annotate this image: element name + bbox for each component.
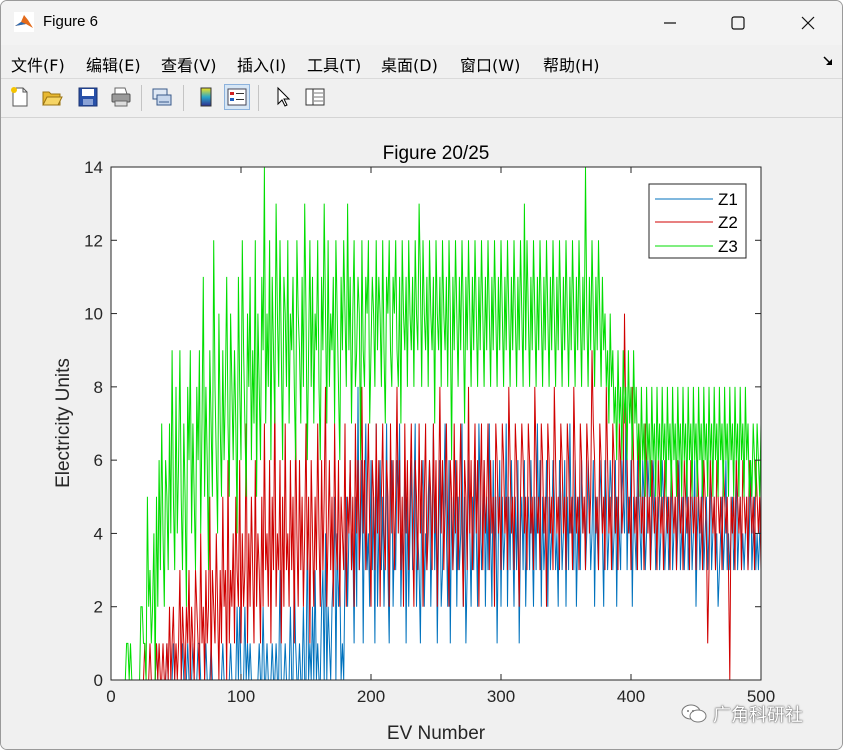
y-tick-label: 8 (94, 378, 103, 397)
minimize-icon (664, 22, 676, 24)
menu-view[interactable]: 查看(V) (161, 52, 216, 76)
maximize-icon (731, 16, 745, 30)
toolbar-separator (258, 85, 259, 111)
new-figure-icon (11, 87, 28, 107)
colorbar-icon (200, 87, 212, 107)
toolbar (1, 79, 842, 118)
wechat-icon (681, 704, 707, 723)
colorbar-button[interactable] (193, 84, 219, 110)
watermark: 广角科研社 (681, 701, 803, 727)
window-title: Figure 6 (43, 13, 99, 30)
pointer-icon (277, 86, 291, 107)
legend[interactable]: Z1 Z2 Z3 (648, 183, 747, 259)
y-tick-label: 14 (84, 158, 103, 177)
menu-insert[interactable]: 插入(I) (237, 52, 286, 76)
open-file-icon (42, 91, 63, 106)
legend-icon (227, 88, 247, 106)
dock-arrow-icon[interactable] (822, 55, 834, 67)
y-tick-label: 2 (94, 598, 103, 617)
menu-edit[interactable]: 编辑(E) (86, 52, 141, 76)
link-plot-icon (152, 88, 172, 106)
minimize-button[interactable] (647, 1, 693, 45)
x-axis-label: EV Number (387, 723, 486, 744)
y-tick-label: 0 (94, 671, 103, 690)
maximize-button[interactable] (715, 1, 761, 45)
x-tick-label: 400 (617, 687, 645, 706)
y-axis-label: Electricity Units (53, 358, 74, 488)
y-tick-label: 6 (94, 451, 103, 470)
pointer-button[interactable] (270, 84, 296, 110)
save-icon (78, 87, 98, 107)
menu-file[interactable]: 文件(F) (11, 52, 65, 76)
close-button[interactable] (785, 1, 831, 45)
y-tick-label: 4 (94, 524, 103, 543)
menu-desktop[interactable]: 桌面(D) (381, 52, 438, 76)
toolbar-separator (183, 85, 184, 111)
menu-bar: 文件(F) 编辑(E) 查看(V) 插入(I) 工具(T) 桌面(D) 窗口(W… (1, 45, 842, 79)
figure-canvas: 0 100 200 300 400 500 0 2 4 6 8 10 12 14 Figure 20/25… (1, 118, 843, 750)
open-file-button[interactable] (39, 84, 65, 110)
matlab-icon (14, 12, 34, 32)
print-button[interactable] (108, 84, 134, 110)
chart-title: Figure 20/25 (383, 143, 490, 164)
menu-help[interactable]: 帮助(H) (543, 52, 600, 76)
link-plot-button[interactable] (149, 84, 175, 110)
save-button[interactable] (75, 84, 101, 110)
legend-label-z1: Z1 (718, 190, 738, 209)
close-icon (801, 16, 815, 30)
title-bar[interactable]: Figure 6 (1, 1, 842, 45)
property-inspector-icon (305, 88, 325, 106)
legend-button[interactable] (224, 84, 250, 110)
x-tick-label: 100 (227, 687, 255, 706)
x-tick-label: 300 (487, 687, 515, 706)
line-chart[interactable]: 0 100 200 300 400 50002468101214 Figure 20/25… (1, 118, 843, 750)
y-tick-label: 12 (84, 231, 103, 250)
property-inspector-button[interactable] (302, 84, 328, 110)
menu-tools[interactable]: 工具(T) (307, 52, 361, 76)
legend-label-z2: Z2 (718, 213, 738, 232)
print-icon (111, 87, 131, 107)
menu-window[interactable]: 窗口(W) (460, 52, 520, 76)
new-figure-button[interactable] (7, 84, 33, 110)
x-tick-label: 200 (357, 687, 385, 706)
x-tick-label: 0 (106, 687, 115, 706)
toolbar-separator (141, 85, 142, 111)
figure-window: Figure 6 文件(F) 编辑(E) 查看(V) 插入(I) 工具(T) 桌… (0, 0, 843, 750)
legend-label-z3: Z3 (718, 237, 738, 256)
y-tick-label: 10 (84, 305, 103, 324)
watermark-text: 广角科研社 (713, 705, 803, 726)
